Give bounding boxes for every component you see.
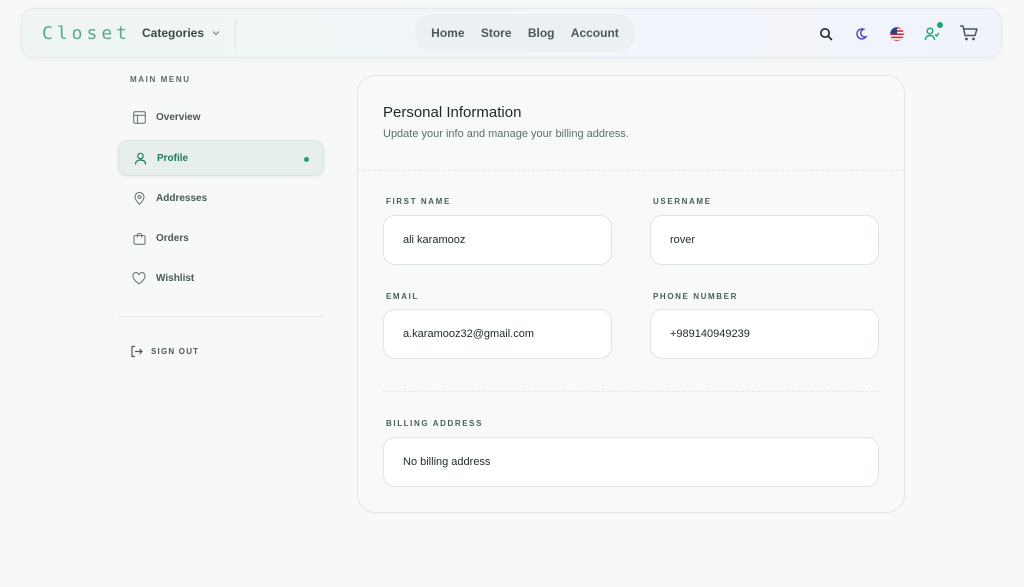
sign-out-label: SIGN OUT xyxy=(151,347,200,356)
heart-icon xyxy=(132,271,146,285)
sign-out-icon xyxy=(131,345,143,358)
card-inner-separator xyxy=(383,391,879,392)
card-subtitle: Update your info and manage your billing… xyxy=(383,128,629,140)
chevron-down-icon xyxy=(212,31,220,36)
nav-home[interactable]: Home xyxy=(431,26,464,40)
sidebar-divider xyxy=(118,316,324,317)
first-name-field[interactable]: ali karamooz xyxy=(383,215,612,265)
cart-icon[interactable] xyxy=(957,22,981,44)
sidebar-item-label: Addresses xyxy=(156,192,208,204)
email-label: EMAIL xyxy=(386,292,419,301)
sidebar-item-profile[interactable]: Profile xyxy=(118,140,324,176)
nav-blog[interactable]: Blog xyxy=(528,26,555,40)
sidebar-item-addresses[interactable]: Addresses xyxy=(118,180,324,216)
nav-store[interactable]: Store xyxy=(481,26,512,40)
sign-out-button[interactable]: SIGN OUT xyxy=(130,345,199,358)
billing-address-field[interactable]: No billing address xyxy=(383,437,879,487)
sidebar-item-label: Orders xyxy=(156,232,189,244)
main-nav: Home Store Blog Account xyxy=(415,14,635,52)
card-separator xyxy=(358,170,904,171)
sidebar-item-label: Overview xyxy=(156,111,201,123)
sidebar-item-wishlist[interactable]: Wishlist xyxy=(118,260,324,296)
user-icon xyxy=(133,151,147,165)
sidebar-item-label: Wishlist xyxy=(156,272,195,284)
nav-account[interactable]: Account xyxy=(571,26,619,40)
moon-icon[interactable] xyxy=(851,23,871,45)
sidebar-item-orders[interactable]: Orders xyxy=(118,220,324,256)
notification-dot xyxy=(937,22,943,28)
phone-number-field[interactable]: +989140949239 xyxy=(650,309,879,359)
categories-dropdown[interactable]: Categories xyxy=(142,26,222,40)
phone-number-label: PHONE NUMBER xyxy=(653,292,738,301)
map-pin-icon xyxy=(132,191,146,205)
top-header: Closet Categories Home Store Blog Accoun… xyxy=(21,8,1002,58)
username-field[interactable]: rover xyxy=(650,215,879,265)
billing-address-label: BILLING ADDRESS xyxy=(386,419,484,428)
username-label: USERNAME xyxy=(653,197,712,206)
logo[interactable]: Closet xyxy=(42,23,131,44)
categories-label: Categories xyxy=(142,26,205,40)
layout-icon xyxy=(132,110,146,124)
us-flag-icon[interactable] xyxy=(887,23,907,45)
active-indicator xyxy=(304,157,309,162)
header-divider xyxy=(235,19,236,49)
first-name-label: FIRST NAME xyxy=(386,197,451,206)
search-icon[interactable] xyxy=(816,23,836,45)
main-menu-title: MAIN MENU xyxy=(130,75,191,84)
sidebar-item-overview[interactable]: Overview xyxy=(118,99,324,135)
sidebar-item-label: Profile xyxy=(157,152,189,164)
user-check-icon[interactable] xyxy=(922,22,943,45)
card-title: Personal Information xyxy=(383,104,522,121)
email-field[interactable]: a.karamooz32@gmail.com xyxy=(383,309,612,359)
bag-icon xyxy=(132,231,146,245)
personal-info-card: Personal Information Update your info an… xyxy=(357,75,905,513)
